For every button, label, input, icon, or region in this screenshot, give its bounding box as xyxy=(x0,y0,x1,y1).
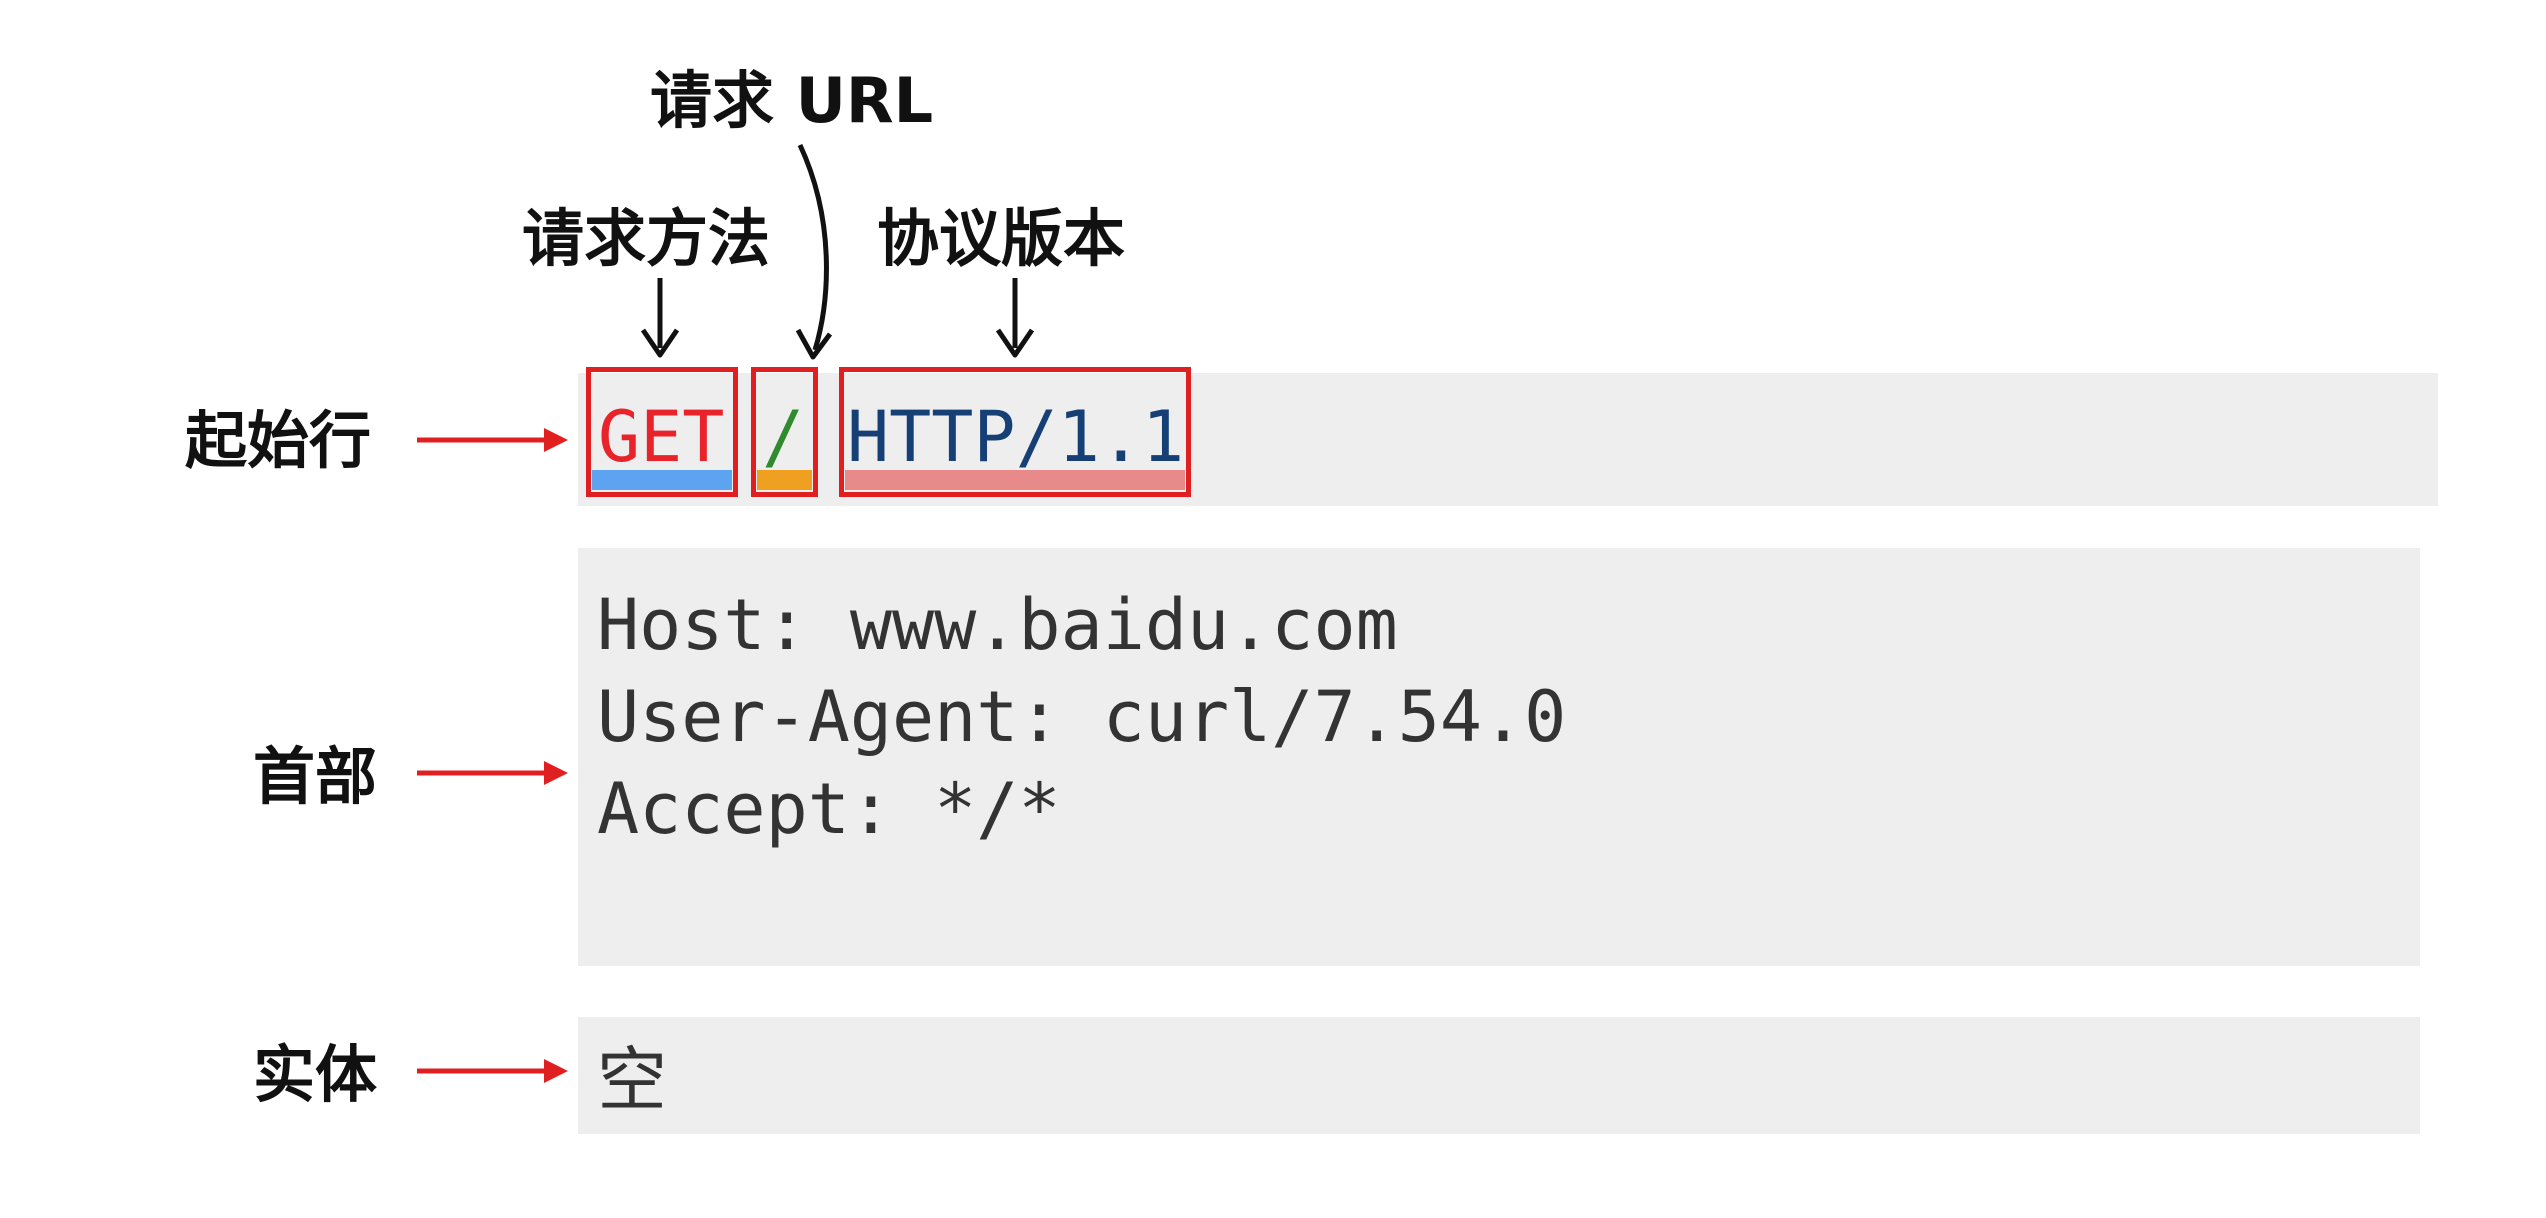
url-down-arrow-icon xyxy=(795,143,833,360)
body-arrow-icon xyxy=(417,1059,568,1083)
method-down-arrow-icon xyxy=(640,278,680,358)
headers-arrow-icon xyxy=(417,761,568,785)
start-line-arrow-icon xyxy=(417,428,568,452)
http-request-diagram: 请求 URL 请求方法 协议版本 起始行 首部 实体 GET / HTTP/1.… xyxy=(0,0,2546,1218)
version-down-arrow-icon xyxy=(995,278,1035,358)
arrows-layer xyxy=(417,143,1035,1083)
